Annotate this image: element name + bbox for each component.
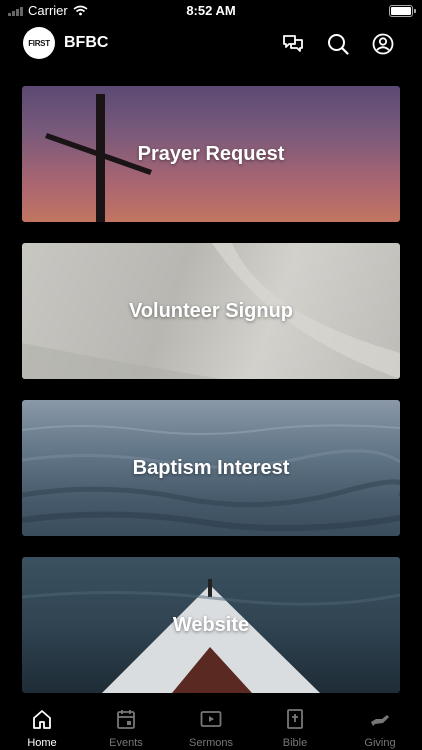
app-title: BFBC (64, 34, 109, 51)
play-icon (200, 711, 222, 727)
volunteer-signup-card[interactable]: Volunteer Signup (22, 243, 400, 379)
tab-sermons[interactable]: Sermons (169, 700, 253, 750)
tab-label: Sermons (188, 737, 234, 749)
messages-icon[interactable] (281, 32, 305, 56)
tab-label: Giving (364, 737, 396, 749)
tab-giving[interactable]: Giving (338, 700, 422, 750)
website-card[interactable]: Website (22, 557, 400, 693)
app-header: FIRST BFBC (0, 26, 422, 62)
card-label: Website (172, 613, 250, 636)
giving-hand-icon (371, 715, 389, 726)
tab-bible[interactable]: Bible (253, 700, 337, 750)
tab-label: Bible (282, 737, 308, 749)
baptism-interest-card[interactable]: Baptism Interest (22, 400, 400, 536)
status-bar: Carrier 8:52 AM (0, 0, 422, 22)
calendar-icon (117, 710, 135, 729)
status-time: 8:52 AM (186, 3, 236, 18)
profile-icon[interactable] (371, 32, 395, 56)
tab-label: Events (109, 737, 143, 749)
tab-label: Home (27, 737, 57, 749)
tab-events[interactable]: Events (84, 700, 168, 750)
home-icon (33, 710, 51, 729)
card-label: Prayer Request (137, 142, 285, 165)
prayer-request-card[interactable]: Prayer Request (22, 86, 400, 222)
logo-text: FIRST (28, 38, 50, 48)
search-icon[interactable] (326, 32, 350, 56)
church-logo[interactable]: FIRST (23, 27, 55, 59)
battery-icon (389, 5, 416, 17)
bible-icon (287, 709, 303, 729)
tab-home[interactable]: Home (0, 700, 84, 750)
card-label: Baptism Interest (132, 456, 290, 479)
card-label: Volunteer Signup (128, 299, 294, 322)
tab-bar: Home Events Sermons Bible Giving (0, 700, 422, 750)
